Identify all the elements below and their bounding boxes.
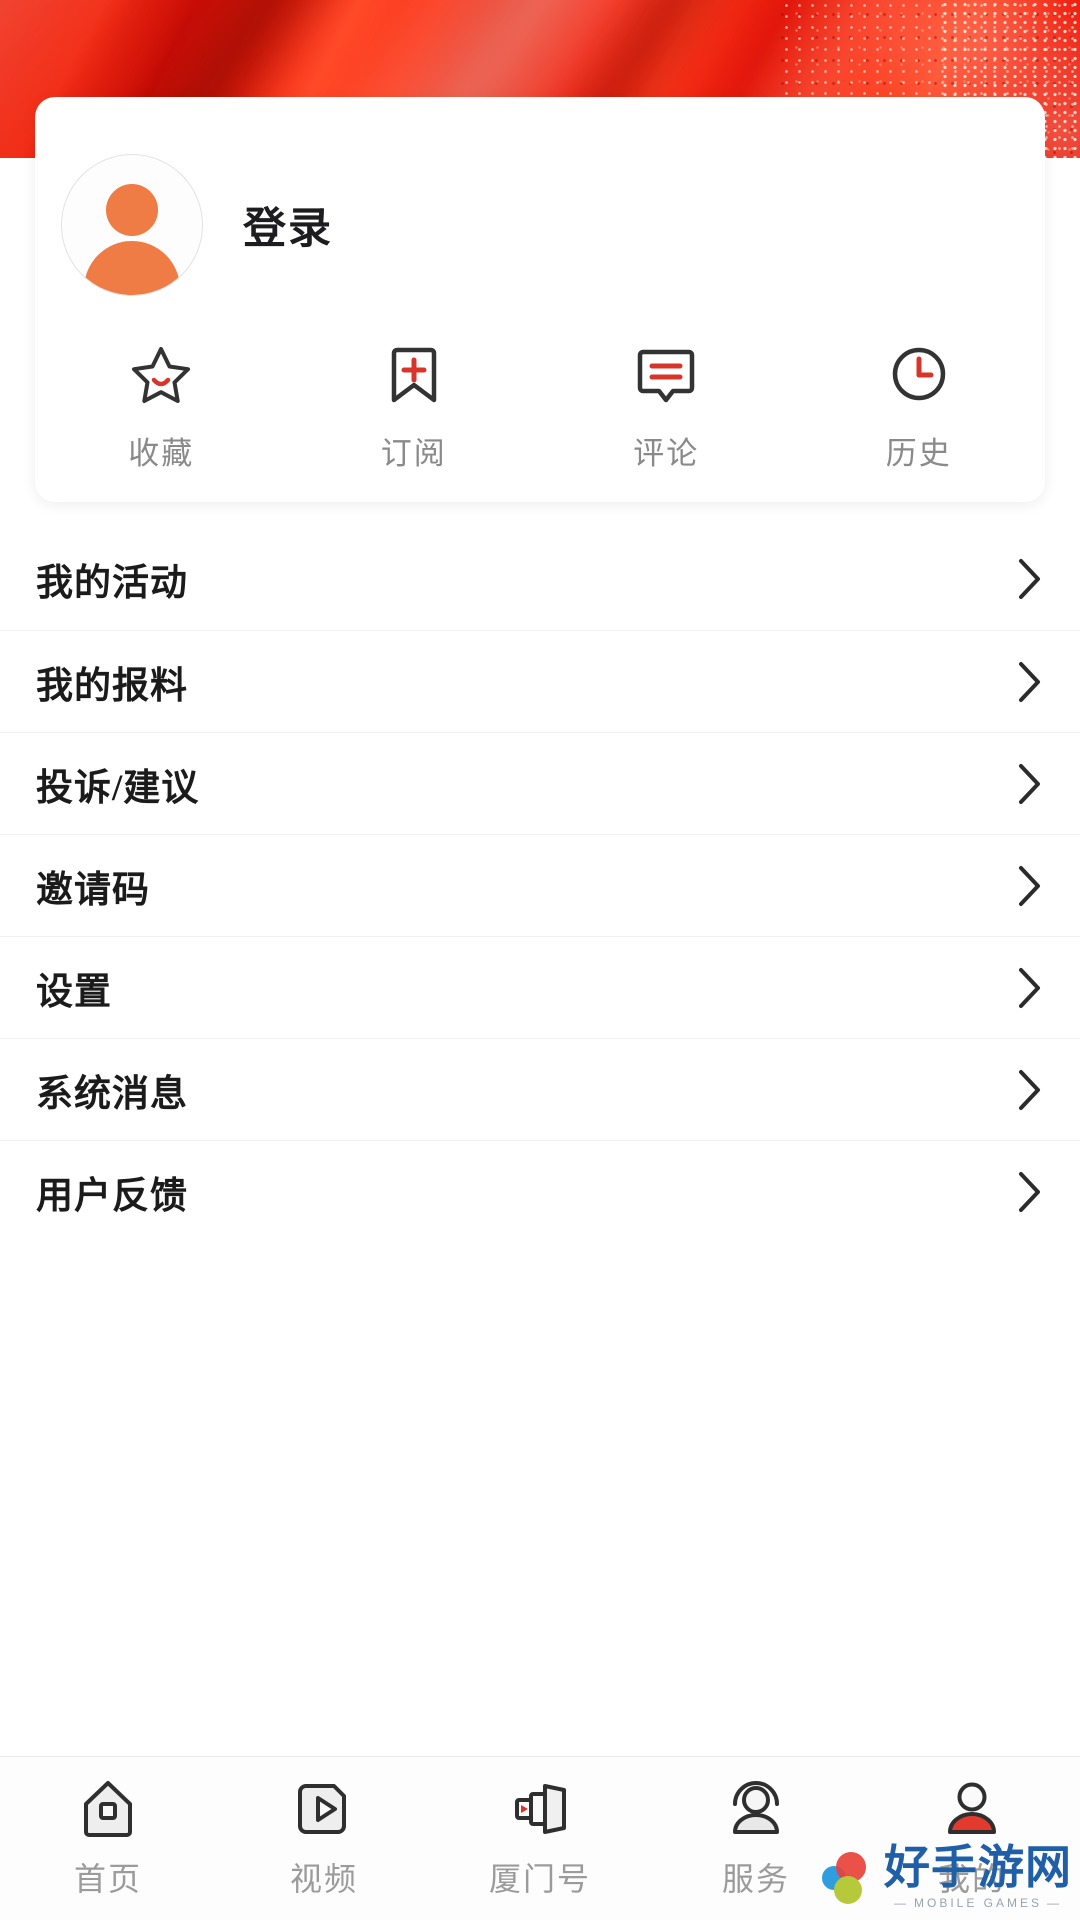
quick-actions: 收藏 订阅 评论 历史 <box>35 342 1045 473</box>
tab-profile[interactable]: 我的 <box>864 1778 1080 1900</box>
quick-action-history[interactable]: 历史 <box>793 342 1046 473</box>
bookmark-plus-icon <box>382 342 446 406</box>
chevron-right-icon <box>1015 1168 1045 1216</box>
quick-action-label: 收藏 <box>128 436 195 471</box>
star-favorite-icon <box>129 342 193 406</box>
menu-item-label: 我的活动 <box>36 563 188 604</box>
tab-label: 服务 <box>721 1860 790 1897</box>
chevron-right-icon <box>1015 1066 1045 1114</box>
tab-label: 首页 <box>73 1860 142 1897</box>
quick-action-comment[interactable]: 评论 <box>540 342 793 473</box>
profile-screen: 登录 收藏 订阅 评论 历史 我的活动 我的报料 投诉/建议 邀请码 设置 系统… <box>0 0 1080 1920</box>
chevron-right-icon <box>1015 862 1045 910</box>
tab-service[interactable]: 服务 <box>648 1778 864 1900</box>
login-label[interactable]: 登录 <box>243 194 333 256</box>
chevron-right-icon <box>1015 658 1045 706</box>
tab-video[interactable]: 视频 <box>216 1778 432 1900</box>
tab-home[interactable]: 首页 <box>0 1778 216 1900</box>
menu-item-label: 用户反馈 <box>36 1175 188 1217</box>
xiamen-hao-icon <box>509 1778 571 1840</box>
quick-action-subscribe[interactable]: 订阅 <box>288 342 541 473</box>
video-icon <box>293 1778 355 1840</box>
clock-history-icon <box>887 342 951 406</box>
menu-item-label: 邀请码 <box>36 869 150 911</box>
menu-item-label: 设置 <box>36 971 112 1013</box>
menu-item-my-report[interactable]: 我的报料 <box>0 630 1080 732</box>
avatar-body <box>84 240 180 295</box>
avatar-head <box>106 183 158 236</box>
menu-item-invite-code[interactable]: 邀请码 <box>0 834 1080 936</box>
tab-xiamen-hao[interactable]: 厦门号 <box>432 1778 648 1900</box>
quick-action-favorite[interactable]: 收藏 <box>35 342 288 473</box>
profile-card: 登录 收藏 订阅 评论 历史 <box>35 97 1045 502</box>
menu-item-label: 投诉/建议 <box>36 767 200 809</box>
quick-action-label: 评论 <box>633 436 700 471</box>
service-icon <box>725 1778 787 1840</box>
menu-item-my-activity[interactable]: 我的活动 <box>0 528 1080 630</box>
menu-item-label: 我的报料 <box>36 665 188 707</box>
quick-action-label: 订阅 <box>380 436 447 471</box>
menu-item-settings[interactable]: 设置 <box>0 936 1080 1038</box>
tab-label: 厦门号 <box>488 1860 591 1897</box>
tab-label: 我的 <box>937 1860 1006 1897</box>
home-icon <box>77 1778 139 1840</box>
chevron-right-icon <box>1015 555 1045 603</box>
tab-label: 视频 <box>289 1860 358 1897</box>
login-row[interactable]: 登录 <box>35 97 1045 352</box>
chevron-right-icon <box>1015 760 1045 808</box>
chevron-right-icon <box>1015 964 1045 1012</box>
profile-icon <box>941 1778 1003 1840</box>
menu-item-user-feedback[interactable]: 用户反馈 <box>0 1140 1080 1242</box>
quick-action-label: 历史 <box>885 436 952 471</box>
menu-item-complaint-suggestion[interactable]: 投诉/建议 <box>0 732 1080 834</box>
comment-bubble-icon <box>634 342 698 406</box>
avatar[interactable] <box>61 153 203 296</box>
bottom-tab-bar: 首页 视频 厦门号 服务 我的 好手游网 — MOBILE GAMES — <box>0 1756 1080 1920</box>
menu-item-system-message[interactable]: 系统消息 <box>0 1038 1080 1140</box>
settings-menu: 我的活动 我的报料 投诉/建议 邀请码 设置 系统消息 用户反馈 <box>0 528 1080 1242</box>
menu-item-label: 系统消息 <box>36 1073 188 1115</box>
